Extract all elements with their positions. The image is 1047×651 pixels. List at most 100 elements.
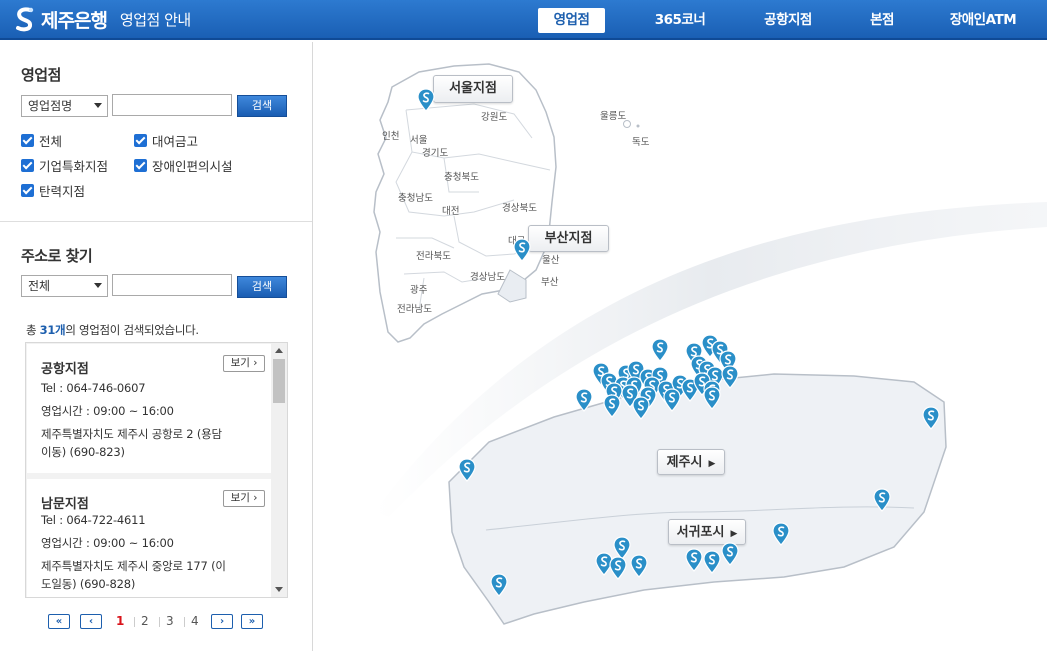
page-3-link[interactable]: 3 bbox=[166, 614, 174, 629]
result-count-message: 총 31개의 영업점이 검색되었습니다. bbox=[26, 322, 199, 338]
branch-pin-icon[interactable] bbox=[703, 386, 721, 410]
region-label-chungbuk: 충청북도 bbox=[444, 172, 479, 183]
first-page-button[interactable]: « bbox=[48, 614, 70, 629]
filter-accessibility-label: 장애인편의시설 bbox=[152, 159, 233, 174]
page-2-link[interactable]: 2 bbox=[141, 614, 149, 629]
branch-map[interactable]: 인천 서울 경기도 강원도 울릉도 독도 충청북도 충청남도 대전 경상북도 대… bbox=[314, 42, 1047, 651]
checkbox-checked-icon bbox=[21, 184, 34, 197]
region-label-gwangju: 광주 bbox=[410, 285, 428, 296]
branch-pin-icon[interactable] bbox=[632, 396, 650, 420]
branch-pin-icon[interactable] bbox=[458, 458, 476, 482]
region-label-busan: 부산 bbox=[541, 277, 559, 288]
filter-safe-deposit-checkbox[interactable]: 대여금고 bbox=[134, 131, 198, 150]
nav-tab-disabled-atm[interactable]: 장애인ATM bbox=[942, 8, 1024, 33]
branch-pin-icon[interactable] bbox=[772, 522, 790, 546]
view-button-label: 보기 bbox=[230, 492, 250, 504]
prev-page-button[interactable]: ‹ bbox=[80, 614, 102, 629]
chevron-right-icon: ▶ bbox=[708, 459, 716, 469]
branch-search-type-value: 영업점명 bbox=[28, 99, 73, 113]
jeju-city-button[interactable]: 제주시 ▶ bbox=[657, 449, 725, 475]
branch-pin-icon[interactable] bbox=[873, 488, 891, 512]
scrollbar-thumb[interactable] bbox=[273, 359, 285, 403]
jeju-city-label: 제주시 bbox=[666, 455, 703, 470]
list-scrollbar[interactable] bbox=[271, 343, 287, 597]
result-count: 31개 bbox=[39, 323, 66, 337]
checkbox-checked-icon bbox=[134, 134, 147, 147]
region-label-gyeongnam: 경상남도 bbox=[470, 272, 505, 283]
jeju-island-map bbox=[448, 373, 947, 625]
branch-hours: 영업시간 : 09:00 ~ 16:00 bbox=[41, 536, 174, 550]
branch-pin-icon[interactable] bbox=[609, 556, 627, 580]
filter-accessibility-checkbox[interactable]: 장애인편의시설 bbox=[134, 156, 233, 175]
address-region-select[interactable]: 전체 bbox=[21, 275, 108, 297]
filter-business-branch-checkbox[interactable]: 기업특화지점 bbox=[21, 156, 108, 175]
branch-pin-icon[interactable] bbox=[703, 550, 721, 574]
filter-safe-deposit-label: 대여금고 bbox=[152, 134, 199, 149]
bank-logo[interactable]: 제주은행 영업점 안내 bbox=[14, 5, 191, 33]
page-4-link[interactable]: 4 bbox=[191, 614, 199, 629]
last-page-button[interactable]: » bbox=[241, 614, 263, 629]
branch-name: 공항지점 bbox=[41, 362, 89, 377]
branch-pin-icon[interactable] bbox=[417, 88, 435, 112]
seogwipo-city-label: 서귀포시 bbox=[676, 525, 725, 540]
filter-business-branch-label: 기업특화지점 bbox=[39, 159, 109, 174]
list-item[interactable]: 남문지점 보기 › Tel : 064-722-4611 영업시간 : 09:0… bbox=[27, 479, 271, 597]
branch-search-button[interactable]: 검색 bbox=[237, 95, 287, 117]
region-label-gyeongbuk: 경상북도 bbox=[502, 203, 537, 214]
branch-search-input[interactable] bbox=[112, 94, 232, 116]
address-search-input[interactable] bbox=[112, 274, 232, 296]
branch-pin-icon[interactable] bbox=[721, 542, 739, 566]
branch-hours: 영업시간 : 09:00 ~ 16:00 bbox=[41, 404, 174, 418]
result-suffix: 의 영업점이 검색되었습니다. bbox=[65, 323, 199, 337]
branch-pin-icon[interactable] bbox=[721, 365, 739, 389]
branch-pin-icon[interactable] bbox=[513, 238, 531, 262]
address-search-title: 주소로 찾기 bbox=[21, 247, 93, 265]
nav-tab-branches[interactable]: 영업점 bbox=[538, 8, 605, 33]
region-label-jeonnam: 전라남도 bbox=[397, 304, 432, 315]
top-header: 제주은행 영업점 안내 영업점 365코너 공항지점 본점 장애인ATM bbox=[0, 0, 1047, 40]
chevron-right-icon: ▶ bbox=[730, 529, 738, 539]
bank-logo-icon bbox=[16, 7, 34, 32]
region-label-chungnam: 충청남도 bbox=[398, 193, 433, 204]
bank-name: 제주은행 bbox=[41, 9, 108, 32]
page-subtitle: 영업점 안내 bbox=[119, 10, 191, 29]
branch-search-type-select[interactable]: 영업점명 bbox=[21, 95, 108, 117]
list-item[interactable]: 공항지점 보기 › Tel : 064-746-0607 영업시간 : 09:0… bbox=[27, 344, 271, 473]
view-branch-button[interactable]: 보기 › bbox=[223, 490, 265, 507]
busan-branch-label[interactable]: 부산지점 bbox=[528, 225, 609, 252]
branch-pin-icon[interactable] bbox=[685, 548, 703, 572]
branch-pin-icon[interactable] bbox=[663, 388, 681, 412]
address-region-value: 전체 bbox=[28, 279, 51, 293]
branch-pin-icon[interactable] bbox=[490, 573, 508, 597]
region-label-jeonbuk: 전라북도 bbox=[416, 251, 451, 262]
region-label-ulleungdo: 울릉도 bbox=[600, 111, 627, 122]
seoul-branch-label[interactable]: 서울지점 bbox=[433, 75, 513, 103]
next-page-button[interactable]: › bbox=[211, 614, 233, 629]
region-label-dokdo: 독도 bbox=[632, 137, 650, 148]
scroll-up-icon[interactable] bbox=[275, 348, 283, 353]
nav-tab-airport-branch[interactable]: 공항지점 bbox=[752, 8, 824, 33]
branch-tel: Tel : 064-746-0607 bbox=[41, 381, 146, 395]
page-separator bbox=[134, 617, 135, 627]
filter-flexible-branch-checkbox[interactable]: 탄력지점 bbox=[21, 181, 85, 200]
nav-tab-head-office[interactable]: 본점 bbox=[858, 8, 906, 33]
branch-pin-icon[interactable] bbox=[922, 406, 940, 430]
branch-address-line2: 이동) (690-823) bbox=[41, 445, 125, 459]
address-search-button[interactable]: 검색 bbox=[237, 276, 287, 298]
branch-pin-icon[interactable] bbox=[575, 388, 593, 412]
page-1-link[interactable]: 1 bbox=[116, 614, 124, 629]
region-label-ulsan: 울산 bbox=[542, 255, 560, 266]
filter-all-checkbox[interactable]: 전체 bbox=[21, 131, 62, 150]
branch-address-line2: 도일동) (690-828) bbox=[41, 577, 136, 591]
branch-pin-icon[interactable] bbox=[603, 394, 621, 418]
filter-flexible-branch-label: 탄력지점 bbox=[39, 184, 86, 199]
scroll-down-icon[interactable] bbox=[275, 587, 283, 592]
view-branch-button[interactable]: 보기 › bbox=[223, 355, 265, 372]
branch-tel: Tel : 064-722-4611 bbox=[41, 513, 146, 527]
branch-pin-icon[interactable] bbox=[651, 338, 669, 362]
branch-pin-icon[interactable] bbox=[630, 554, 648, 578]
branch-result-list[interactable]: 공항지점 보기 › Tel : 064-746-0607 영업시간 : 09:0… bbox=[25, 342, 288, 598]
region-label-incheon: 인천 bbox=[382, 131, 400, 142]
region-label-gangwon: 강원도 bbox=[481, 112, 508, 123]
nav-tab-365-corner[interactable]: 365코너 bbox=[644, 8, 716, 33]
